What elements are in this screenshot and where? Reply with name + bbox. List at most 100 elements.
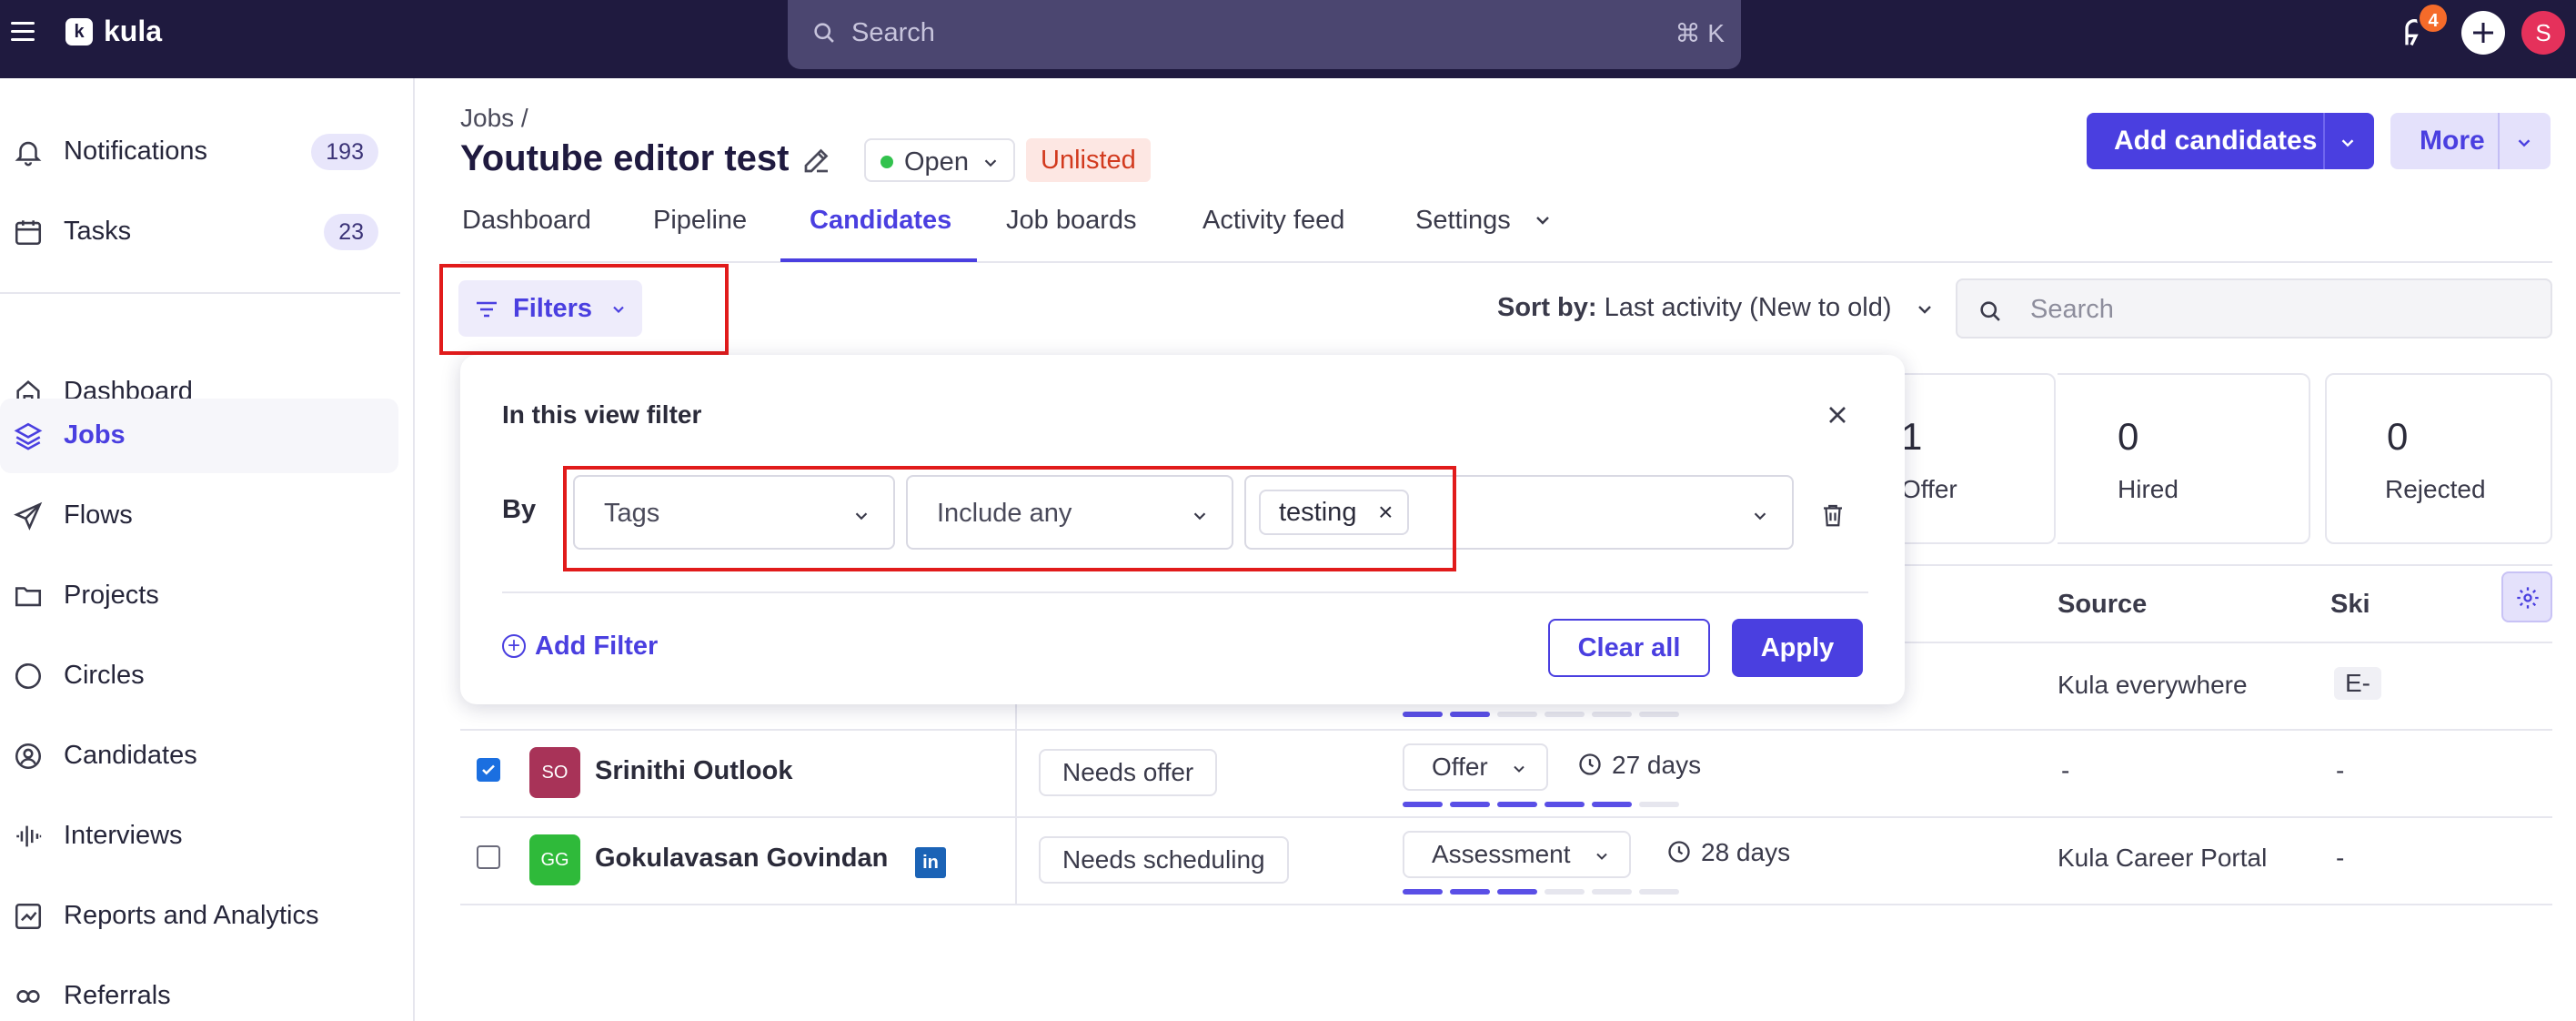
user-avatar[interactable]: S [2521,11,2565,55]
sidebar-item-label: Projects [64,581,159,610]
progress-segment [1592,889,1632,895]
progress-segment [1497,889,1537,895]
referral-icon [16,990,40,1003]
tab-settings[interactable]: Settings [1415,206,1511,236]
candidate-skills: - [2336,756,2345,784]
sidebar-item-candidates[interactable]: Candidates [0,719,400,794]
sidebar-item-flows[interactable]: Flows [0,479,400,553]
linkedin-icon[interactable]: in [915,847,946,878]
sort-dropdown[interactable]: Sort by: Last activity (New to old) [1497,293,1892,323]
sidebar-item-reports-and-analytics[interactable]: Reports and Analytics [0,879,400,954]
tab-candidates[interactable]: Candidates [810,206,951,236]
job-status-dropdown[interactable]: Open [864,138,1015,182]
stage-card-hired[interactable]: 0 Hired [2058,373,2310,544]
filter-by-label: By [502,495,537,524]
stage-progress [1403,889,1679,895]
plus-icon: + [502,634,526,658]
sidebar-item-label: Reports and Analytics [64,901,319,930]
sort-value: Last activity (New to old) [1604,293,1892,322]
sidebar-item-circles[interactable]: Circles [0,639,400,713]
add-filter-button[interactable]: + Add Filter [502,632,658,662]
add-candidates-label: Add candidates [2114,126,2318,156]
sidebar-item-label: Candidates [64,741,197,770]
candidate-name[interactable]: Srinithi Outlook [595,756,793,786]
sidebar-item-label: Flows [64,500,133,530]
active-tab-indicator [780,258,977,262]
progress-segment [1639,712,1679,717]
stage-dropdown-label: Offer [1432,753,1488,781]
chevron-down-icon [1514,765,1524,773]
progress-segment [1403,712,1443,717]
chevron-down-icon[interactable] [1532,209,1554,231]
status-pill: Needs offer [1039,749,1218,796]
stage-label: Offer [1901,475,1957,503]
menu-icon[interactable] [11,22,35,44]
notifications-count-badge: 193 [311,134,378,170]
stage-label: Rejected [2385,475,2486,503]
table-row[interactable]: GG Gokulavasan Govindan in Needs schedul… [460,816,2552,904]
sidebar-item-referrals[interactable]: Referrals [0,959,400,1021]
global-search-input[interactable]: Search ⌘ K [788,0,1741,69]
chevron-down-icon[interactable] [1914,298,1936,320]
sidebar-item-label: Referrals [64,981,171,1010]
stage-card-rejected[interactable]: 0 Rejected [2325,373,2552,544]
sidebar-divider [0,292,400,294]
send-icon [14,501,43,531]
tab-job-boards[interactable]: Job boards [1006,206,1137,236]
candidate-source: Kula everywhere [2058,671,2248,699]
row-checkbox[interactable] [477,758,500,782]
sidebar-item-interviews[interactable]: Interviews [0,799,400,874]
waveform-icon [16,825,42,847]
breadcrumb[interactable]: Jobs / [460,104,528,133]
sidebar-item-tasks[interactable]: Tasks 23 [0,195,400,269]
chevron-down-icon[interactable] [2338,133,2358,153]
close-icon[interactable] [1823,400,1852,430]
sidebar-item-projects[interactable]: Projects [0,559,400,633]
days-value: 28 days [1701,838,1791,866]
stage-label: Hired [2118,475,2179,503]
chevron-down-icon[interactable] [2514,133,2534,153]
notification-count-badge: 4 [2417,2,2450,35]
clock-icon [1579,753,1601,775]
column-header-source[interactable]: Source [2058,590,2147,620]
more-button[interactable]: More [2390,113,2551,169]
progress-segment [1450,889,1490,895]
circles-icon [15,662,42,690]
tab-dashboard[interactable]: Dashboard [462,206,591,236]
status-pill: Needs scheduling [1039,836,1289,884]
tasks-count-badge: 23 [324,214,378,250]
create-button[interactable] [2461,11,2505,55]
candidate-name[interactable]: Gokulavasan Govindan [595,844,888,874]
brand-name[interactable]: kula [104,15,162,48]
chevron-down-icon [1595,853,1607,860]
candidate-search-input[interactable]: Search [1956,278,2552,339]
tab-pipeline[interactable]: Pipeline [653,206,747,236]
filter-popover-title: In this view filter [502,400,702,429]
stage-dropdown[interactable]: Assessment [1403,831,1631,878]
button-separator [2323,113,2325,169]
column-header-skills[interactable]: Ski [2330,590,2370,620]
job-status-label: Open [904,147,969,177]
pencil-icon[interactable] [800,144,833,177]
clear-all-button[interactable]: Clear all [1548,619,1710,677]
tab-activity-feed[interactable]: Activity feed [1202,206,1344,236]
days-in-stage: 27 days [1577,751,1701,780]
chart-icon [15,903,42,930]
stage-count: 0 [2387,415,2409,458]
table-row[interactable]: SO Srinithi Outlook Needs offer Offer 27… [460,729,2552,816]
column-settings-button[interactable] [2501,571,2552,622]
progress-segment [1639,802,1679,807]
trash-icon[interactable] [1819,500,1846,530]
kula-logo[interactable]: k [65,18,93,45]
layers-icon [14,422,43,450]
progress-segment [1403,889,1443,895]
row-checkbox[interactable] [477,845,500,869]
chevron-down-icon [984,159,997,167]
sidebar-item-jobs[interactable]: Jobs [0,399,398,473]
add-candidates-button[interactable]: Add candidates [2087,113,2374,169]
stage-dropdown[interactable]: Offer [1403,743,1548,791]
clock-icon [1668,841,1690,863]
chevron-down-icon [1754,512,1766,521]
apply-button[interactable]: Apply [1732,619,1863,677]
sidebar-item-notifications[interactable]: Notifications 193 [0,115,400,189]
